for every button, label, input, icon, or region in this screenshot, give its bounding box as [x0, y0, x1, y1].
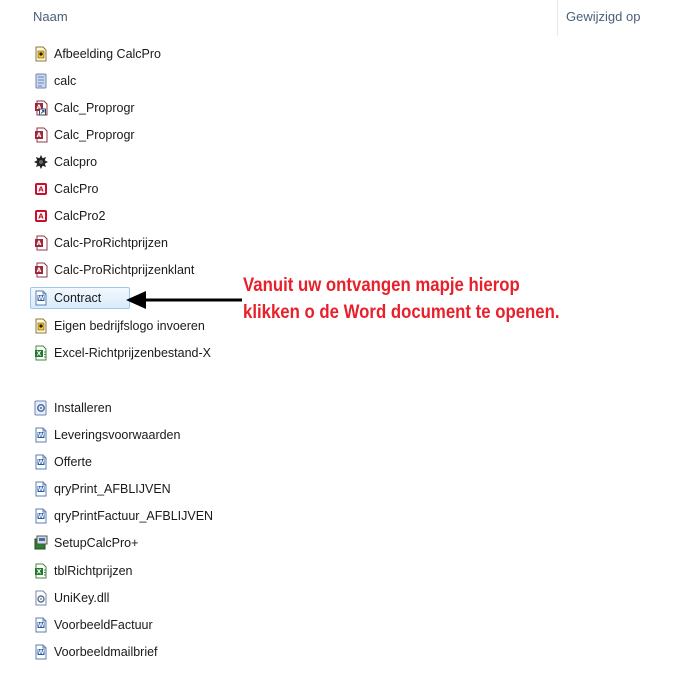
text-file-icon	[33, 73, 49, 89]
file-name: CalcPro	[54, 182, 99, 196]
setup-config-icon	[33, 400, 49, 416]
dll-file-icon	[33, 590, 49, 606]
file-name: Eigen bedrijfslogo invoeren	[54, 319, 205, 333]
file-item[interactable]: WqryPrintFactuur_AFBLIJVEN	[30, 505, 230, 527]
file-name: qryPrintFactuur_AFBLIJVEN	[54, 509, 214, 523]
file-name: Leveringsvoorwaarden	[54, 428, 181, 442]
word-doc-icon: W	[33, 617, 49, 633]
file-item[interactable]: W Voorbeeldmailbrief	[30, 641, 230, 663]
access-db-icon: A	[33, 235, 49, 251]
svg-text:W: W	[38, 649, 45, 656]
image-file-icon	[33, 318, 49, 334]
word-doc-icon: W	[33, 481, 49, 497]
file-name: Calc_Proprogr	[54, 101, 135, 115]
file-name: Excel-Richtprijzenbestand-X	[54, 346, 212, 360]
file-name: Calc-ProRichtprijzen	[54, 236, 168, 250]
file-item[interactable]: Calcpro	[30, 151, 230, 173]
file-item[interactable]: A CalcPro2	[30, 205, 230, 227]
svg-text:W: W	[38, 295, 45, 302]
access-db-icon: A	[33, 127, 49, 143]
arrow-left-icon	[126, 291, 242, 309]
image-file-icon	[33, 46, 49, 62]
file-item[interactable]: UniKey.dll	[30, 587, 230, 609]
file-item[interactable]: W VoorbeeldFactuur	[30, 614, 230, 636]
file-name: SetupCalcPro+	[54, 536, 139, 550]
excel-file-icon: X	[33, 345, 49, 361]
file-item[interactable]: WqryPrint_AFBLIJVEN	[30, 478, 230, 500]
file-name: Calcpro	[54, 155, 98, 169]
file-name: CalcPro2	[54, 209, 106, 223]
access-app-icon: A	[33, 208, 49, 224]
excel-file-icon: X	[33, 563, 49, 579]
file-name: Contract	[54, 291, 102, 305]
file-name: Installeren	[54, 401, 112, 415]
svg-text:W: W	[38, 513, 45, 520]
file-name: Afbeelding CalcPro	[54, 47, 162, 61]
svg-text:A: A	[37, 240, 42, 247]
file-name: VoorbeeldFactuur	[54, 618, 153, 632]
file-item[interactable]: A Calc_Proprogr	[30, 124, 230, 146]
word-doc-icon: W	[33, 454, 49, 470]
file-item[interactable]: W Leveringsvoorwaarden	[30, 424, 230, 446]
svg-text:A: A	[38, 213, 44, 221]
access-shortcut-icon: A	[33, 100, 49, 116]
svg-text:W: W	[38, 432, 45, 439]
file-item[interactable]: A Calc-ProRichtprijzen	[30, 232, 230, 254]
file-item[interactable]: Installeren	[30, 397, 230, 419]
file-name: qryPrint_AFBLIJVEN	[54, 482, 171, 496]
file-name: tblRichtprijzen	[54, 564, 133, 578]
file-list: Afbeelding CalcPro calc A Calc_Proprogr A Cal…	[0, 0, 687, 700]
file-name: Calc-ProRichtprijzenklant	[54, 263, 195, 277]
word-doc-icon: W	[33, 508, 49, 524]
file-item[interactable]: Afbeelding CalcPro	[30, 43, 230, 65]
svg-text:A: A	[37, 267, 42, 274]
file-item[interactable]: X Excel-Richtprijzenbestand-X	[30, 342, 230, 364]
file-item[interactable]: A Calc_Proprogr	[30, 97, 230, 119]
word-doc-icon: W	[33, 290, 49, 306]
program-icon	[33, 154, 49, 170]
file-name: calc	[54, 74, 77, 88]
file-item[interactable]: A CalcPro	[30, 178, 230, 200]
access-db-icon: A	[33, 262, 49, 278]
svg-text:W: W	[38, 486, 45, 493]
svg-text:A: A	[37, 132, 42, 139]
svg-text:A: A	[38, 186, 44, 194]
file-item[interactable]: SetupCalcPro+	[30, 532, 230, 554]
svg-text:X: X	[37, 351, 42, 358]
access-app-icon: A	[33, 181, 49, 197]
setup-installer-icon	[33, 535, 49, 551]
file-name: Voorbeeldmailbrief	[54, 645, 158, 659]
svg-text:W: W	[38, 622, 45, 629]
file-name: UniKey.dll	[54, 591, 110, 605]
svg-text:X: X	[37, 569, 42, 576]
file-name: Offerte	[54, 455, 92, 469]
word-doc-icon: W	[33, 427, 49, 443]
instruction-annotation: Vanuit uw ontvangen mapje hierop klikken…	[243, 272, 560, 326]
file-item[interactable]: Eigen bedrijfslogo invoeren	[30, 315, 230, 337]
file-item[interactable]: W Contract	[30, 287, 130, 309]
file-item[interactable]: W Offerte	[30, 451, 230, 473]
annotation-line-1: Vanuit uw ontvangen mapje hierop	[243, 274, 520, 296]
annotation-line-2: klikken o de Word document te openen.	[243, 301, 560, 323]
file-item[interactable]: calc	[30, 70, 230, 92]
word-doc-icon: W	[33, 644, 49, 660]
svg-text:W: W	[38, 459, 45, 466]
file-name: Calc_Proprogr	[54, 128, 135, 142]
file-item[interactable]: XtblRichtprijzen	[30, 560, 230, 582]
file-item[interactable]: A Calc-ProRichtprijzenklant	[30, 259, 230, 281]
